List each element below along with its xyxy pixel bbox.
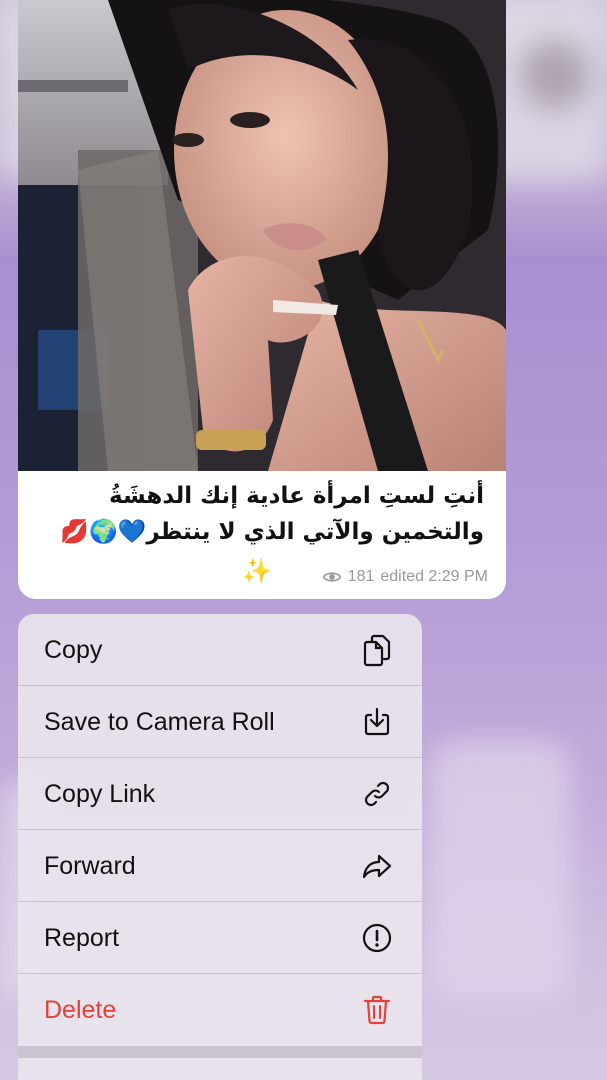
menu-item-forward[interactable]: Forward xyxy=(18,830,422,902)
menu-item-save-to-camera-roll[interactable]: Save to Camera Roll xyxy=(18,686,422,758)
caption-line-1: أنتِ لستِ امرأة عادية إنك الدهشَةُ xyxy=(109,483,484,509)
view-count: 181 xyxy=(347,568,375,585)
menu-item-copy-link[interactable]: Copy Link xyxy=(18,758,422,830)
message-photo[interactable] xyxy=(18,0,506,471)
copy-icon xyxy=(360,633,394,667)
message-bubble[interactable]: أنتِ لستِ امرأة عادية إنك الدهشَةُ والتخ… xyxy=(18,0,506,599)
sparkle-emoji: ✨ xyxy=(242,558,272,585)
menu-item-label: Copy xyxy=(44,635,103,664)
background-blur xyxy=(430,740,570,1000)
trash-icon xyxy=(360,993,394,1027)
menu-item-label: Report xyxy=(44,923,120,952)
eye-icon xyxy=(322,567,342,587)
report-icon xyxy=(360,921,394,955)
context-menu: Copy Save to Camera Roll Copy Link Forwa… xyxy=(18,614,422,1080)
menu-section-divider xyxy=(18,1046,422,1058)
menu-item-copy[interactable]: Copy xyxy=(18,614,422,686)
menu-item-label: Forward xyxy=(44,851,136,880)
link-icon xyxy=(360,777,394,811)
caption-line-2: والتخمين والآتي الذي لا ينتظر💙🌍💋 xyxy=(60,519,484,545)
background-avatar-blur xyxy=(520,40,590,110)
message-caption: أنتِ لستِ امرأة عادية إنك الدهشَةُ والتخ… xyxy=(38,478,484,550)
menu-item-report[interactable]: Report xyxy=(18,902,422,974)
forward-icon xyxy=(360,849,394,883)
edited-timestamp: edited 2:29 PM xyxy=(380,568,488,585)
menu-item-label: Save to Camera Roll xyxy=(44,707,275,736)
message-meta: 181 edited 2:29 PM xyxy=(322,567,488,587)
download-icon xyxy=(360,705,394,739)
menu-item-label: Copy Link xyxy=(44,779,156,808)
menu-item-delete[interactable]: Delete xyxy=(18,974,422,1046)
menu-item-label: Delete xyxy=(44,995,117,1024)
